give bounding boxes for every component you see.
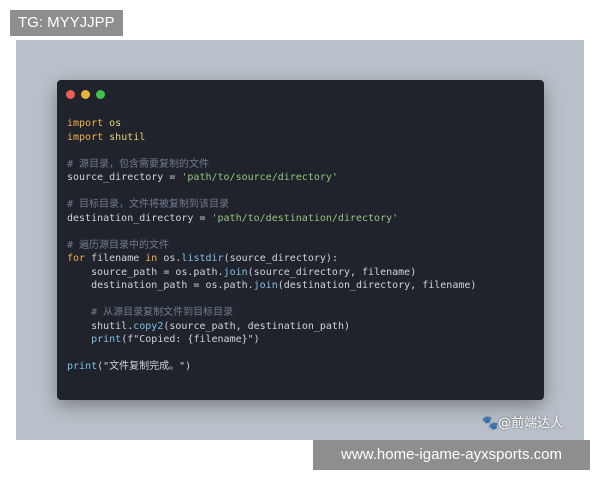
watermark-text: 🐾@前端达人: [482, 416, 564, 431]
function-name: join: [223, 266, 248, 278]
code-editor-window: import os import shutil # 源目录，包含需要复制的文件 so…: [57, 80, 544, 400]
code-text: destination_path = os.path.: [67, 280, 254, 291]
code-line: print("文件复制完成。"): [67, 360, 476, 374]
code-text: (source_directory):: [223, 253, 338, 264]
code-block: import os import shutil # 源目录，包含需要复制的文件 so…: [67, 117, 476, 374]
code-line: # 遍历源目录中的文件: [67, 239, 476, 253]
string: 'path/to/destination/directory': [211, 212, 399, 224]
code-line: source_path = os.path.join(source_direct…: [67, 266, 476, 280]
close-dot-icon[interactable]: [66, 90, 75, 99]
keyword: in: [145, 253, 158, 264]
url-banner: www.home-igame-ayxsports.com: [313, 440, 590, 470]
code-line: # 目标目录，文件将被复制到该目录: [67, 198, 476, 212]
function-name: join: [253, 280, 278, 291]
code-line: destination_path = os.path.join(destinat…: [67, 279, 476, 293]
code-text: shutil.: [67, 320, 134, 332]
comment: # 遍历源目录中的文件: [67, 239, 170, 251]
function-name: copy2: [133, 320, 164, 332]
comment: # 目标目录，文件将被复制到该目录: [67, 199, 230, 210]
code-text: (source_directory, filename): [247, 266, 417, 278]
function-name: print: [91, 334, 122, 345]
keyword: for: [67, 253, 86, 264]
module-name: os: [109, 118, 122, 129]
module-name: shutil: [109, 131, 146, 143]
code-text: (destination_directory, filename): [277, 280, 477, 291]
operator: =: [193, 212, 212, 224]
string: 'path/to/source/directory': [181, 172, 338, 183]
keyword: import: [67, 118, 104, 129]
code-line: shutil.copy2(source_path, destination_pa…: [67, 320, 476, 334]
code-line: for filename in os.listdir(source_direct…: [67, 252, 476, 266]
code-text: os.: [157, 253, 182, 264]
code-text: (source_path, destination_path): [163, 320, 350, 332]
code-line: # 从源目录复制文件到目标目录: [67, 306, 476, 320]
code-line: destination_directory = 'path/to/destina…: [67, 212, 476, 226]
maximize-dot-icon[interactable]: [96, 90, 105, 99]
keyword: import: [67, 131, 104, 143]
comment: # 从源目录复制文件到目标目录: [67, 307, 234, 318]
code-text: ("文件复制完成。"): [97, 361, 192, 372]
window-controls: [66, 90, 105, 99]
function-name: listdir: [181, 253, 224, 264]
code-line: import os: [67, 117, 476, 131]
code-text: source_path = os.path.: [67, 266, 224, 278]
variable: source_directory: [67, 172, 164, 183]
variable: filename: [85, 253, 146, 264]
function-name: print: [67, 361, 98, 372]
operator: =: [163, 172, 182, 183]
code-text: (f"Copied: {filename}"): [121, 334, 260, 345]
minimize-dot-icon[interactable]: [81, 90, 90, 99]
code-line: import shutil: [67, 131, 476, 145]
variable: destination_directory: [67, 212, 194, 224]
tag-label: TG: MYYJJPP: [10, 10, 123, 36]
comment: # 源目录，包含需要复制的文件: [67, 158, 210, 170]
code-line: # 源目录，包含需要复制的文件: [67, 158, 476, 172]
code-line: print(f"Copied: {filename}"): [67, 333, 476, 347]
code-line: source_directory = 'path/to/source/direc…: [67, 171, 476, 185]
